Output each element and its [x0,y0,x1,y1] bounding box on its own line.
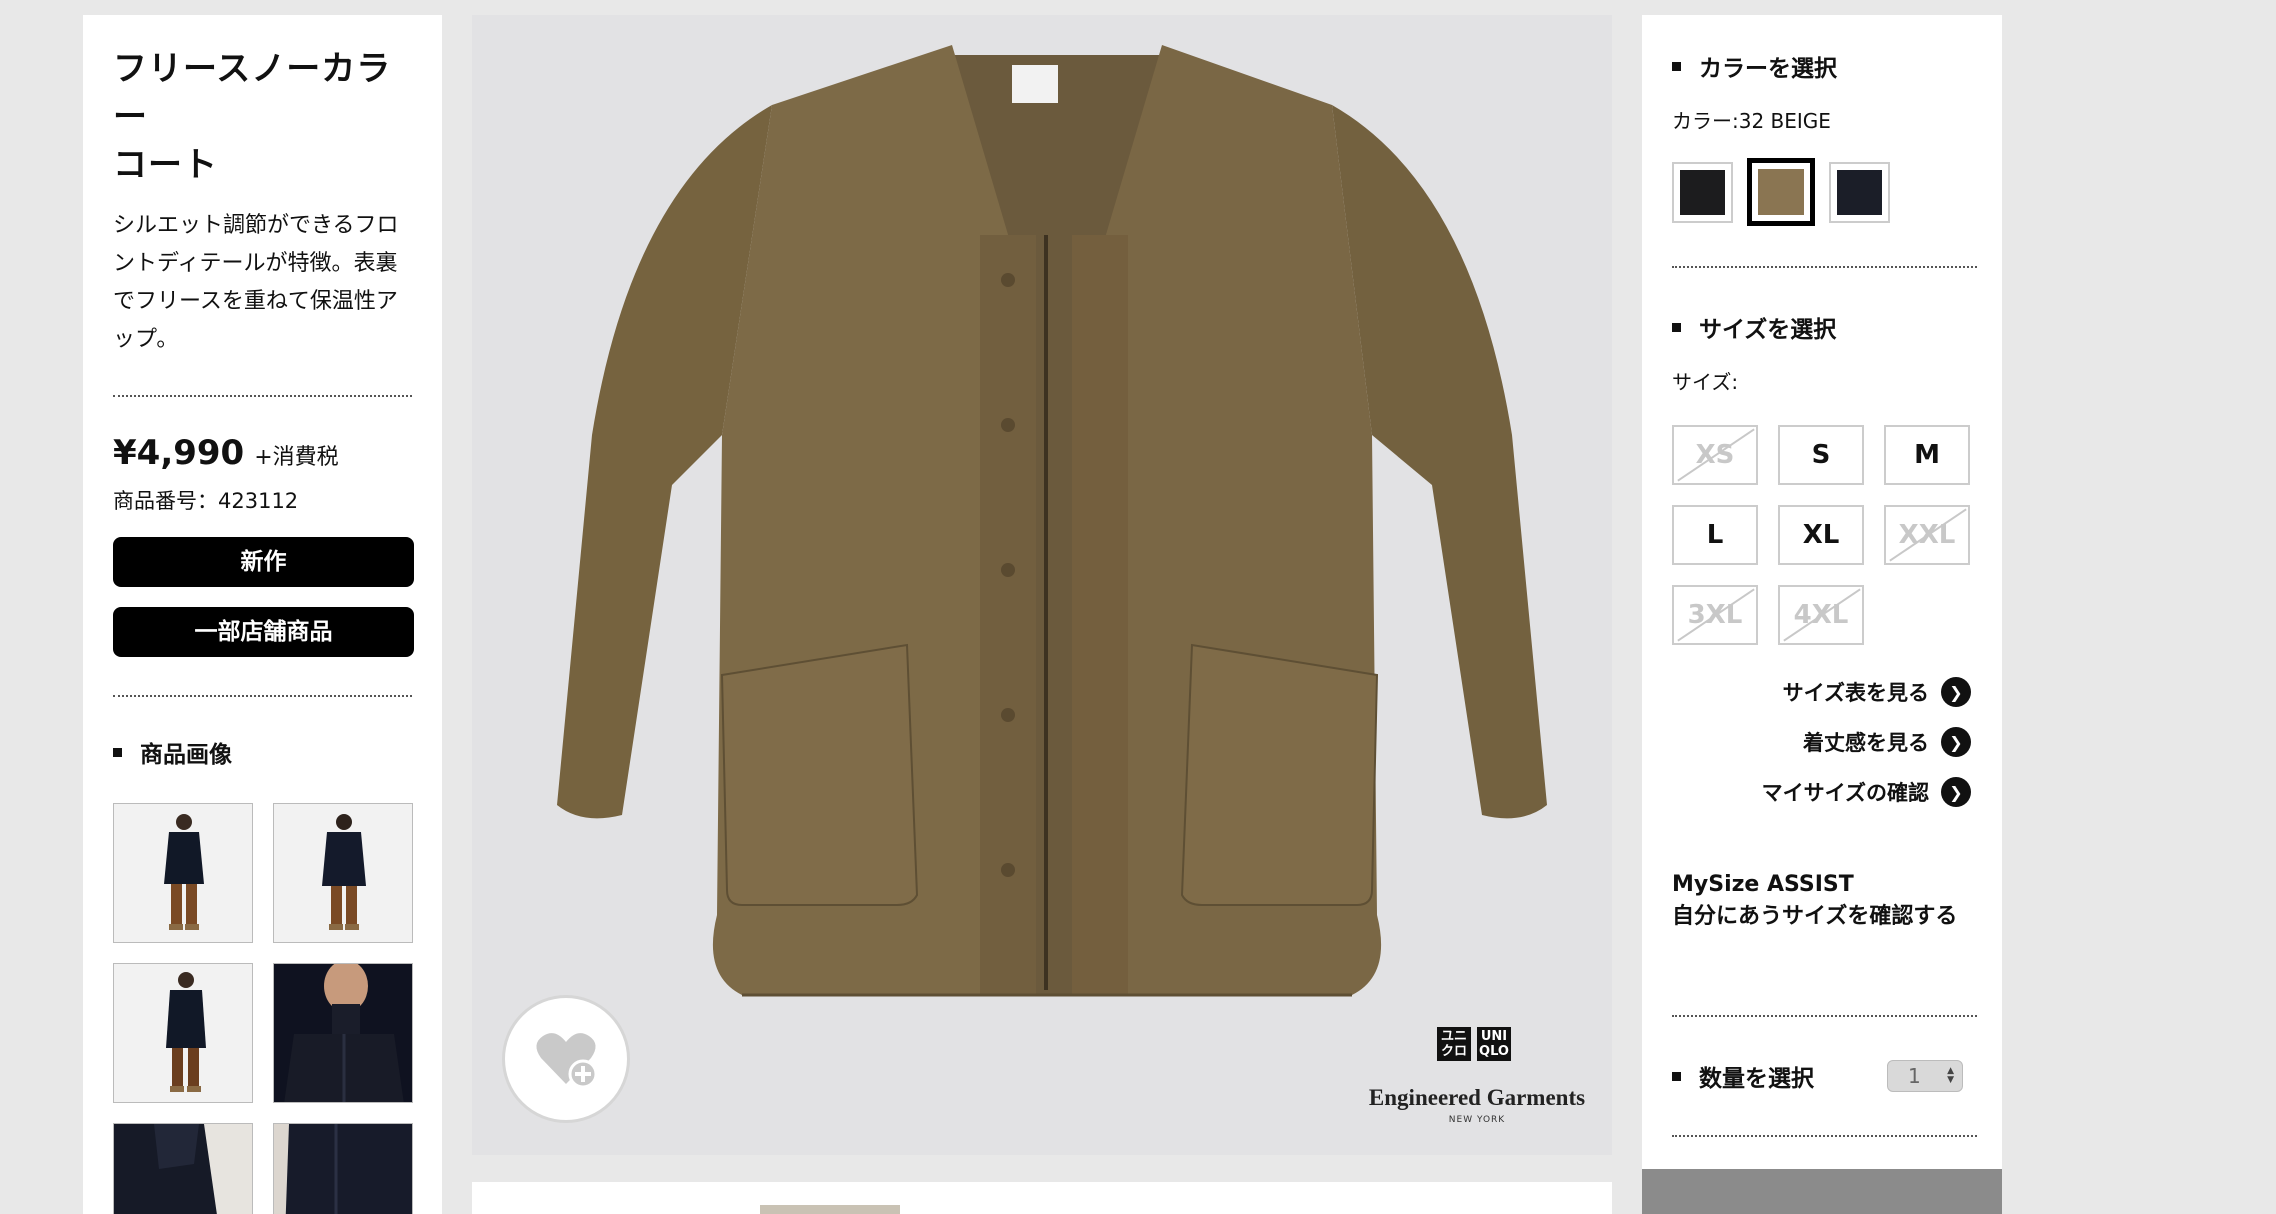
quantity-heading: 数量を選択 [1672,1059,1814,1093]
size-option-m[interactable]: M [1884,425,1970,485]
quantity-value: 1 [1908,1064,1921,1088]
color-select-heading-label: カラーを選択 [1699,56,1837,82]
model-standing-image [166,972,206,1092]
divider [1672,1135,1977,1137]
size-option-3xl: 3XL [1672,585,1758,645]
size-options: XS S M L XL XXL 3XL 4XL [1672,425,1977,645]
bullet-square-icon [1672,1071,1681,1081]
mysize-assist-title: MySize ASSIST [1672,872,1854,897]
thumbnail-detail-neck[interactable] [113,1123,253,1214]
size-option-s[interactable]: S [1778,425,1864,485]
size-select-heading-label: サイズを選択 [1699,317,1837,343]
size-option-l[interactable]: L [1672,505,1758,565]
my-size-link[interactable]: マイサイズの確認 ❯ [1672,767,1977,817]
model-front-image [164,814,204,930]
mysize-assist-link[interactable]: MySize ASSIST 自分にあうサイズを確認する [1672,869,1977,933]
swatch-fill [1680,170,1725,215]
my-size-link-label: マイサイズの確認 [1761,781,1929,805]
thumbnail-model-back[interactable] [273,803,413,943]
divider [1672,1015,1977,1017]
color-select-heading: カラーを選択 [1672,49,1977,83]
purchase-options-panel: カラーを選択 カラー:32 BEIGE サイズを選択 サイズ: XS S M L… [1642,15,2002,1214]
product-title-line-1: フリースノーカラー [113,49,392,137]
divider [1672,266,1977,268]
bullet-square-icon [113,747,122,757]
chevron-right-icon: ❯ [1941,727,1971,757]
product-images-heading: 商品画像 [113,735,412,769]
updown-arrows-icon: ▲ ▼ [1947,1066,1954,1085]
swatch-fill [1837,170,1882,215]
product-info-panel: フリースノーカラー コート シルエット調節ができるフロントディテールが特徴。表裏… [83,15,442,1214]
product-title: フリースノーカラー コート [113,45,412,189]
size-option-xl[interactable]: XL [1778,505,1864,565]
brand-logos: ユニ クロ UNI QLO [1437,1027,1511,1061]
product-main-image: ユニ クロ UNI QLO Engineered Garments NEW YO… [472,15,1612,1155]
tax-note: +消費税 [254,445,339,470]
collar-detail-image [284,964,404,1102]
thumbnail-detail-front[interactable] [273,1123,413,1214]
size-chart-link-label: サイズ表を見る [1782,681,1929,705]
secondary-image-peek [760,1205,900,1214]
product-number: 商品番号：423112 [113,489,299,513]
size-option-xxl: XXL [1884,505,1970,565]
model-back-image [322,814,366,930]
swatch-fill [1758,169,1804,215]
thumbnail-model-standing[interactable] [113,963,253,1103]
size-option-4xl: 4XL [1778,585,1864,645]
thumbnail-detail-collar[interactable] [273,963,413,1103]
divider [113,395,412,397]
chevron-right-icon: ❯ [1941,677,1971,707]
badge-limited-stores: 一部店舗商品 [113,607,414,657]
mysize-assist-subtitle: 自分にあうサイズを確認する [1672,904,1958,929]
chevron-right-icon: ❯ [1941,777,1971,807]
color-swatch-navy[interactable] [1829,162,1890,223]
divider [113,695,412,697]
badge-new: 新作 [113,537,414,587]
size-select-heading: サイズを選択 [1672,310,1977,344]
size-option-xs: XS [1672,425,1758,485]
product-images-heading-label: 商品画像 [140,742,232,768]
collab-brand-city: NEW YORK [1448,1115,1506,1125]
product-title-line-2: コート [113,145,218,185]
color-swatches [1672,158,1977,226]
collab-brand-name: Engineered Garments [1368,1085,1586,1110]
thumbnail-model-front[interactable] [113,803,253,943]
length-feel-link[interactable]: 着丈感を見る ❯ [1672,717,1977,767]
quantity-row: 数量を選択 1 ▲ ▼ [1672,1059,1977,1093]
price-row: ¥4,990 +消費税 [113,433,412,473]
uniqlo-logo: UNI QLO [1477,1027,1511,1061]
quantity-select[interactable]: 1 ▲ ▼ [1887,1060,1963,1092]
coat-image [557,45,1547,997]
length-feel-link-label: 着丈感を見る [1803,731,1929,755]
front-detail-image [274,1124,412,1214]
thumbnail-grid [113,803,413,1214]
selected-size-label: サイズ: [1672,370,1739,394]
heart-plus-icon [536,1033,598,1089]
selected-color-label: カラー:32 BEIGE [1672,109,1831,133]
add-to-favorites-button[interactable] [502,995,630,1123]
color-swatch-beige[interactable] [1747,158,1815,226]
neck-detail-image [114,1124,252,1214]
bullet-square-icon [1672,322,1681,332]
secondary-image-panel [472,1182,1612,1214]
bullet-square-icon [1672,61,1681,71]
uniqlo-katakana-logo: ユニ クロ [1437,1027,1471,1061]
quantity-heading-label: 数量を選択 [1699,1066,1814,1092]
size-chart-link[interactable]: サイズ表を見る ❯ [1672,667,1977,717]
product-description: シルエット調節ができるフロントディテールが特徴。表裏でフリースを重ねて保温性アッ… [113,213,399,352]
add-to-cart-bar[interactable] [1642,1169,2002,1214]
size-help-links: サイズ表を見る ❯ 着丈感を見る ❯ マイサイズの確認 ❯ [1672,667,1977,817]
price: ¥4,990 [113,433,245,473]
color-swatch-black[interactable] [1672,162,1733,223]
